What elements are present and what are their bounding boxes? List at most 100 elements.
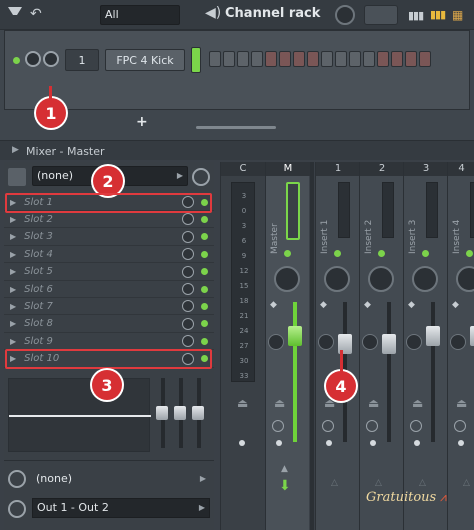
lock-icon[interactable]: ⏏ xyxy=(412,396,423,410)
swing-knob[interactable] xyxy=(335,5,355,25)
stereo-icon[interactable]: ◆ xyxy=(364,300,371,310)
lock-icon[interactable]: ⏏ xyxy=(237,396,248,410)
lock-icon[interactable]: ⏏ xyxy=(456,396,467,410)
volume-fader[interactable] xyxy=(382,334,396,354)
step-button[interactable] xyxy=(223,51,235,67)
clock-icon[interactable] xyxy=(322,420,334,432)
output-select[interactable]: Out 1 - Out 2 ▶ xyxy=(32,498,210,518)
clock-icon[interactable] xyxy=(366,420,378,432)
clock-icon[interactable] xyxy=(272,420,284,432)
step-button[interactable] xyxy=(377,51,389,67)
slot-mix-knob[interactable] xyxy=(182,335,194,348)
step-button[interactable] xyxy=(307,51,319,67)
fx-slot[interactable]: ▶ Slot 2 xyxy=(4,211,214,229)
step-button[interactable] xyxy=(335,51,347,67)
slot-enable-led[interactable] xyxy=(201,215,208,223)
slot-enable-led[interactable] xyxy=(201,320,208,328)
eq-fader-high[interactable] xyxy=(192,406,204,420)
slot-mix-knob[interactable] xyxy=(182,248,194,261)
stereo-icon[interactable]: ◆ xyxy=(408,300,415,310)
post-icon[interactable] xyxy=(8,168,26,186)
pattern-select[interactable]: All xyxy=(100,5,180,25)
volume-fader[interactable] xyxy=(288,326,302,346)
lock-icon[interactable]: ⏏ xyxy=(274,396,285,410)
steps-icon[interactable]: ▮▮▮ xyxy=(430,8,446,21)
slot-mix-knob[interactable] xyxy=(182,283,194,295)
stereo-icon[interactable]: ◆ xyxy=(452,300,459,310)
stereo-icon[interactable]: ◆ xyxy=(320,300,327,310)
stereo-knob[interactable] xyxy=(450,334,466,350)
step-button[interactable] xyxy=(405,51,417,67)
slot-mix-knob[interactable] xyxy=(182,300,194,313)
input-select[interactable]: (none) ▶ xyxy=(32,469,210,489)
mute-led[interactable] xyxy=(422,250,429,257)
pan-knob[interactable] xyxy=(25,51,41,67)
volume-fader[interactable] xyxy=(470,326,474,346)
stereo-knob[interactable] xyxy=(318,334,334,350)
eq-fader-mid[interactable] xyxy=(174,406,186,420)
clock-icon[interactable] xyxy=(410,420,422,432)
expand-arrow-icon[interactable]: ▶ xyxy=(12,145,19,155)
undo-icon[interactable]: ↶ xyxy=(30,6,42,22)
fx-slot[interactable]: ▶ Slot 9 xyxy=(4,333,214,351)
step-button[interactable] xyxy=(209,51,221,67)
clock-icon[interactable] xyxy=(454,420,466,432)
pan-knob[interactable] xyxy=(324,266,350,292)
pan-knob[interactable] xyxy=(412,266,438,292)
bars-icon[interactable]: ▮▮▮ xyxy=(408,9,424,22)
slot-mix-knob[interactable] xyxy=(182,265,194,278)
channel-number[interactable]: 1 xyxy=(65,49,99,71)
clock-icon[interactable] xyxy=(192,168,210,186)
fx-slot[interactable]: ▶ Slot 8 xyxy=(4,316,214,333)
route-icon[interactable]: △ xyxy=(331,478,338,488)
slot-mix-knob[interactable] xyxy=(182,317,194,330)
stereo-icon[interactable]: ◆ xyxy=(270,300,277,310)
slot-enable-led[interactable] xyxy=(201,233,208,241)
pan-knob[interactable] xyxy=(274,266,300,292)
eq-fader-low[interactable] xyxy=(156,406,168,420)
slot-enable-led[interactable] xyxy=(201,302,208,310)
strip-insert[interactable]: 3 Insert 3 ◆ ⏏ △ xyxy=(403,162,448,530)
slot-enable-led[interactable] xyxy=(201,337,208,345)
pan-knob[interactable] xyxy=(368,266,394,292)
fx-slot[interactable]: ▶ Slot 5 xyxy=(4,264,214,281)
route-icon[interactable]: △ xyxy=(463,478,470,488)
graph-editor-button[interactable] xyxy=(364,5,398,25)
route-down-icon[interactable]: ⬇ xyxy=(279,478,291,494)
slot-enable-led[interactable] xyxy=(201,268,208,276)
stereo-knob[interactable] xyxy=(268,334,284,350)
slot-mix-knob[interactable] xyxy=(182,213,194,226)
strip-insert[interactable]: 4 Insert 4 ◆ ⏏ △ xyxy=(447,162,474,530)
channel-select-indicator[interactable] xyxy=(191,47,201,73)
pan-knob[interactable] xyxy=(456,266,474,292)
mute-led[interactable] xyxy=(284,250,291,257)
mute-led[interactable] xyxy=(334,250,341,257)
volume-fader[interactable] xyxy=(426,326,440,346)
fx-slot[interactable]: ▶ Slot 4 xyxy=(4,246,214,264)
step-button[interactable] xyxy=(293,51,305,67)
step-button[interactable] xyxy=(279,51,291,67)
step-button[interactable] xyxy=(321,51,333,67)
stereo-knob[interactable] xyxy=(406,334,422,350)
rack-scrollbar[interactable] xyxy=(196,126,276,129)
volume-knob[interactable] xyxy=(43,51,59,67)
fx-slot[interactable]: ▶ Slot 7 xyxy=(4,298,214,316)
mute-led[interactable] xyxy=(378,250,385,257)
strip-master[interactable]: M Master ◆ ⏏ ▲ ⬇ xyxy=(265,162,310,530)
strip-insert[interactable]: 1 Insert 1 ◆ ⏏ △ xyxy=(315,162,360,530)
step-button[interactable] xyxy=(349,51,361,67)
step-button[interactable] xyxy=(419,51,431,67)
channel-name-button[interactable]: FPC 4 Kick xyxy=(105,49,185,71)
pattern-icon[interactable]: ▦ xyxy=(452,8,463,22)
route-icon[interactable]: △ xyxy=(375,478,382,488)
eq-graph[interactable] xyxy=(8,378,151,452)
step-button[interactable] xyxy=(391,51,403,67)
step-button[interactable] xyxy=(363,51,375,67)
mute-led[interactable] xyxy=(13,57,20,64)
add-channel-button[interactable]: + xyxy=(136,114,148,130)
route-icon[interactable]: △ xyxy=(419,478,426,488)
step-button[interactable] xyxy=(265,51,277,67)
lock-icon[interactable]: ⏏ xyxy=(368,396,379,410)
step-button[interactable] xyxy=(237,51,249,67)
mute-led[interactable] xyxy=(466,250,473,257)
